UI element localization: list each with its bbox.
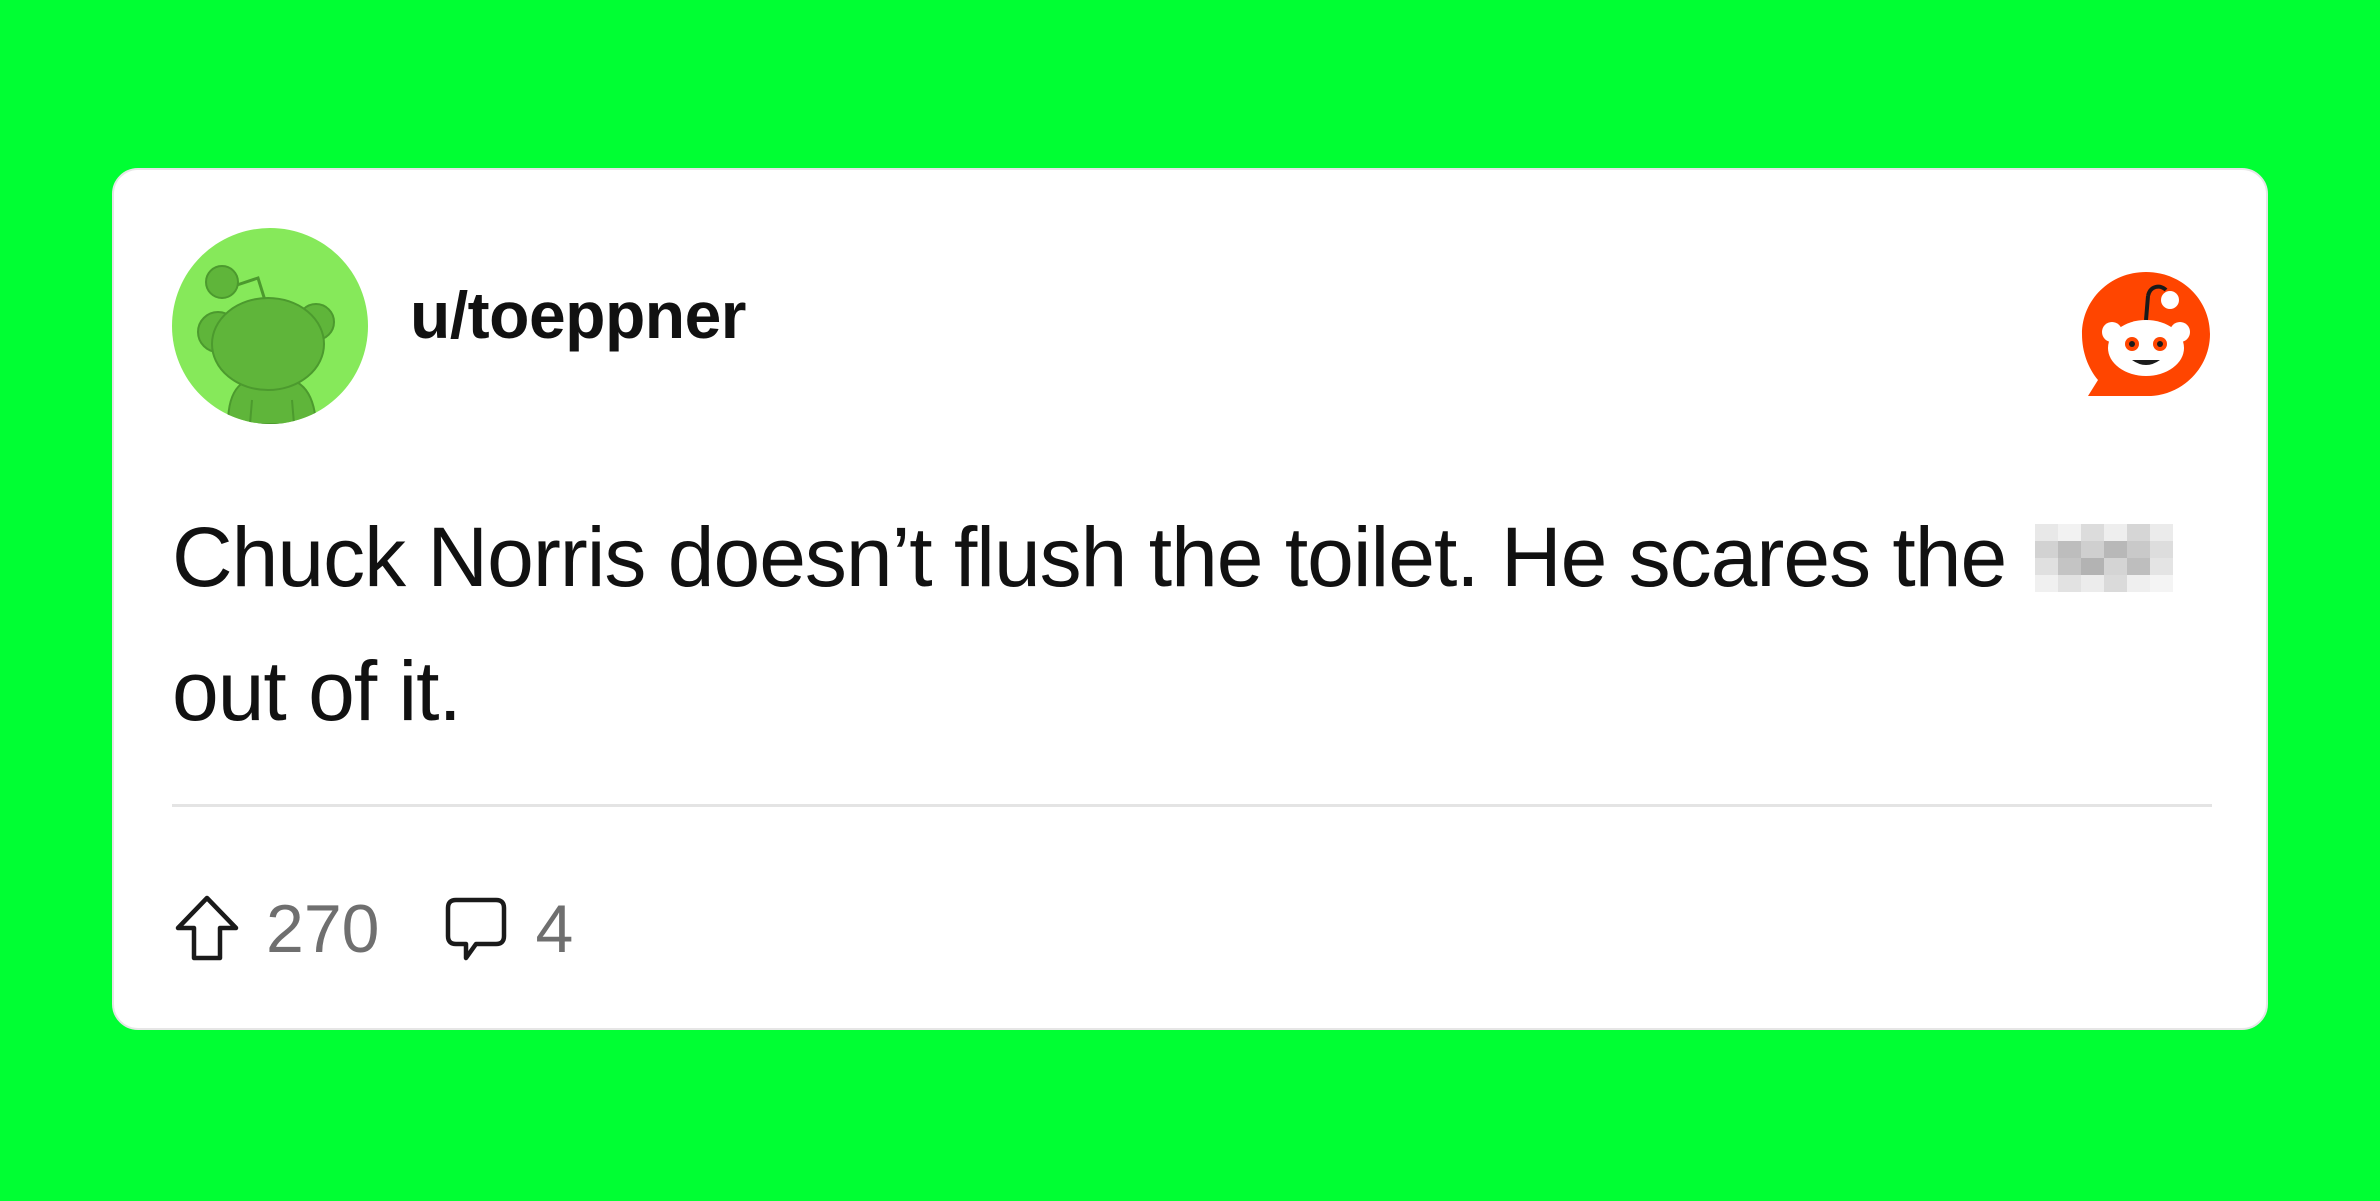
upvote-count: 270 — [266, 891, 380, 967]
username[interactable]: u/toeppner — [410, 282, 747, 348]
post-body-line-2: out of it. — [172, 644, 462, 738]
upvote-button[interactable]: 270 — [172, 894, 379, 964]
comment-count: 4 — [535, 891, 574, 967]
reddit-snoo-avatar-icon — [172, 228, 368, 424]
comment-bubble-icon[interactable] — [441, 894, 511, 964]
post-actions: 270 4 — [172, 884, 635, 974]
post-body: Chuck Norris doesn’t flush the toilet. H… — [172, 490, 2212, 758]
comment-button[interactable]: 4 — [441, 894, 573, 964]
censored-word-pixelation — [2034, 524, 2173, 592]
reddit-logo-icon — [2078, 268, 2214, 404]
upvote-arrow-icon[interactable] — [172, 894, 242, 964]
user-avatar[interactable] — [172, 228, 368, 424]
post-card: u/toeppner Chuck Norris doesn’t flush th… — [112, 168, 2268, 1030]
post-body-line-1: Chuck Norris doesn’t flush the toilet. H… — [172, 510, 2007, 604]
divider — [172, 804, 2212, 807]
